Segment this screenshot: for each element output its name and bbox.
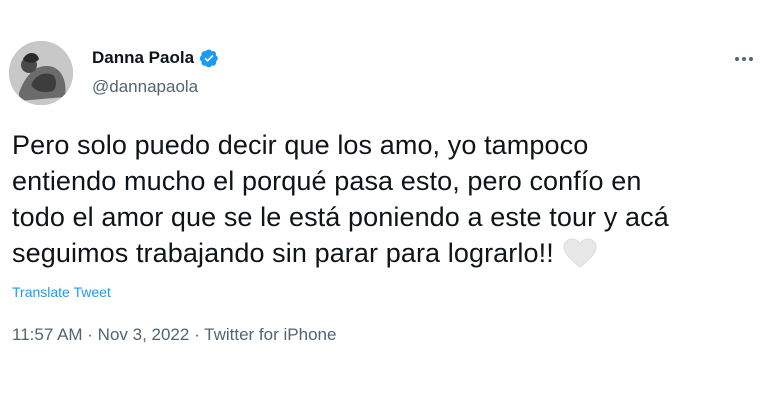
- more-dot: [742, 57, 746, 61]
- author-name-row: Danna Paola: [92, 48, 219, 68]
- tweet-timestamp-source[interactable]: 11:57 AM · Nov 3, 2022 · Twitter for iPh…: [12, 325, 336, 345]
- tweet-line: todo el amor que se le está poniendo a e…: [12, 202, 669, 232]
- author-name[interactable]: Danna Paola: [92, 48, 194, 68]
- white-heart-icon: [563, 238, 597, 268]
- verified-badge-icon[interactable]: [199, 48, 219, 68]
- tweet-line: entiendo mucho el porqué pasa esto, pero…: [12, 166, 642, 196]
- more-dot: [749, 57, 753, 61]
- avatar[interactable]: [9, 41, 73, 105]
- tweet-line-last: seguimos trabajando sin parar para logra…: [12, 235, 752, 271]
- more-options-icon[interactable]: [735, 52, 757, 66]
- avatar-image: [9, 41, 73, 105]
- translate-tweet-link[interactable]: Translate Tweet: [12, 284, 111, 300]
- author-handle[interactable]: @dannapaola: [92, 77, 198, 97]
- tweet-text: Pero solo puedo decir que los amo, yo ta…: [12, 127, 752, 271]
- tweet-line: seguimos trabajando sin parar para logra…: [12, 238, 554, 268]
- tweet-line: Pero solo puedo decir que los amo, yo ta…: [12, 130, 589, 160]
- more-dot: [735, 57, 739, 61]
